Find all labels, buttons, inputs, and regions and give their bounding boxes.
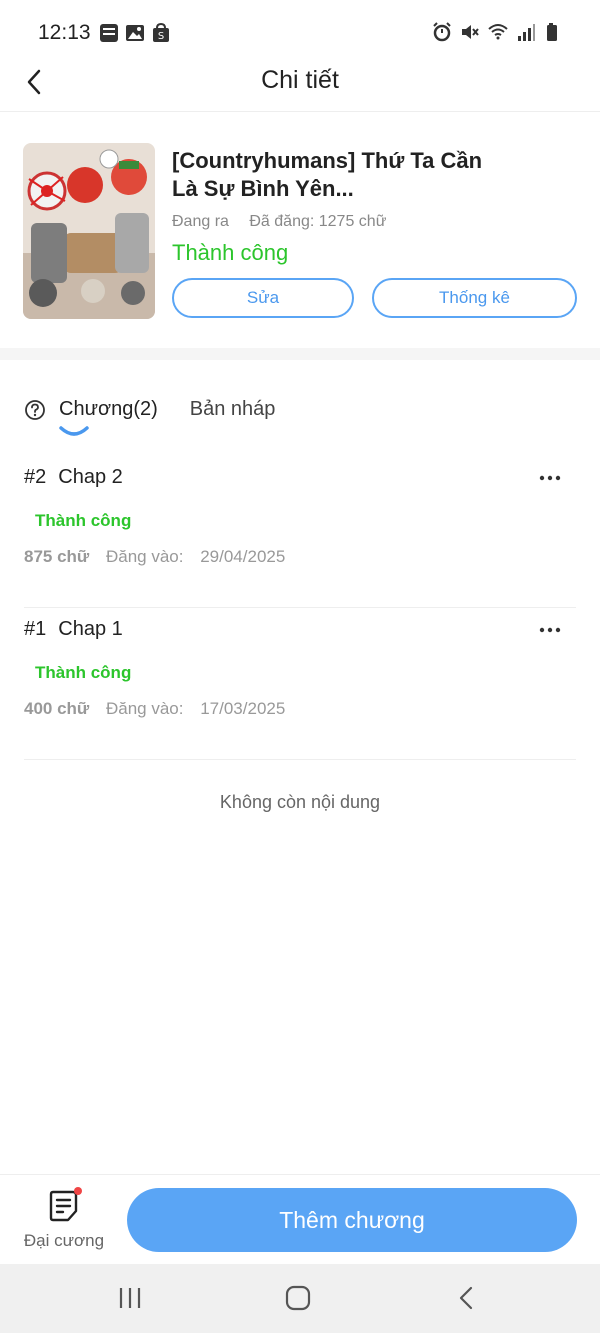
- outline-button[interactable]: Đại cương: [20, 1187, 108, 1259]
- chapter-words: 875 chữ: [24, 547, 90, 566]
- alarm-icon: [433, 22, 451, 42]
- end-of-list-text: Không còn nội dung: [219, 792, 381, 812]
- chapter-name: Chap 2: [58, 466, 123, 488]
- mute-icon: [462, 25, 479, 39]
- chapter-meta: 400 chữ Đăng vào: 17/03/2025: [24, 699, 285, 719]
- svg-text:S: S: [157, 31, 163, 42]
- story-meta: Đang ra Đã đăng: 1275 chữ: [172, 213, 402, 231]
- chapter-meta: 875 chữ Đăng vào: 29/04/2025: [24, 547, 285, 567]
- more-options-button[interactable]: [538, 618, 562, 642]
- home-icon: [285, 1285, 311, 1311]
- add-chapter-button[interactable]: Thêm chương: [127, 1188, 577, 1252]
- chapter-date-label: Đăng vào:: [105, 547, 184, 566]
- question-icon[interactable]: [24, 399, 46, 421]
- app-header: Chi tiết: [0, 52, 600, 112]
- outline-label: Đại cương: [23, 1231, 105, 1250]
- story-state: Đang ra: [172, 213, 229, 230]
- status-left-icons: S: [99, 23, 171, 43]
- chapter-date-label: Đăng vào:: [105, 699, 184, 718]
- chapter-status: Thành công: [35, 511, 132, 530]
- story-status: Thành công: [172, 240, 289, 265]
- image-icon: [125, 25, 144, 41]
- list-item[interactable]: #2 Chap 2 Thành công 875 chữ Đăng vào: 29…: [24, 456, 576, 608]
- chapter-words: 400 chữ: [24, 699, 90, 718]
- page-title: Chi tiết: [261, 66, 339, 94]
- edit-button[interactable]: Sửa: [172, 278, 354, 318]
- list-item[interactable]: #1 Chap 1 Thành công 400 chữ Đăng vào: 17…: [24, 608, 576, 760]
- story-card: [Countryhumans] Thứ Ta Cần Là Sự Bình Yê…: [0, 112, 600, 348]
- chevron-left-icon: [459, 1286, 473, 1310]
- stats-button[interactable]: Thống kê: [372, 278, 577, 318]
- chapter-tabs: Chương(2) Bản nháp: [24, 390, 307, 440]
- signal-icon: [518, 24, 535, 41]
- chapter-name: Chap 1: [58, 618, 123, 640]
- news-app-icon: [99, 24, 118, 42]
- chapter-date: 17/03/2025: [200, 699, 286, 718]
- chapter-number: #2: [24, 466, 47, 488]
- chapter-date: 29/04/2025: [200, 547, 286, 566]
- chapter-title: #1 Chap 1: [24, 618, 123, 641]
- chapter-status: Thành công: [35, 663, 132, 682]
- chapter-list: #2 Chap 2 Thành công 875 chữ Đăng vào: 29…: [0, 456, 600, 760]
- shopping-bag-icon: S: [152, 23, 169, 42]
- status-time: 12:13: [38, 21, 91, 44]
- active-tab-indicator: [59, 426, 89, 436]
- section-divider: [0, 348, 600, 360]
- story-title: [Countryhumans] Thứ Ta Cần Là Sự Bình Yê…: [172, 148, 483, 201]
- bottom-action-bar: Đại cương Thêm chương: [0, 1174, 600, 1264]
- chapter-title: #2 Chap 2: [24, 466, 123, 489]
- more-horizontal-icon: [539, 475, 561, 481]
- story-word-count: Đã đăng: 1275 chữ: [249, 213, 387, 230]
- home-button[interactable]: [280, 1282, 316, 1314]
- recent-apps-button[interactable]: [112, 1282, 148, 1314]
- notification-dot: [74, 1187, 82, 1195]
- more-horizontal-icon: [539, 627, 561, 633]
- recent-apps-icon: [119, 1288, 141, 1308]
- battery-icon: [547, 23, 557, 41]
- tab-chapters[interactable]: Chương(2): [59, 390, 158, 421]
- cover-illustration: [23, 143, 155, 319]
- more-options-button[interactable]: [538, 466, 562, 490]
- tab-drafts[interactable]: Bản nháp: [190, 390, 276, 421]
- system-back-button[interactable]: [448, 1282, 484, 1314]
- outline-icon-wrap: [48, 1187, 82, 1223]
- story-cover-image[interactable]: [23, 143, 155, 319]
- wifi-icon: [488, 24, 508, 40]
- chapter-number: #1: [24, 618, 47, 640]
- status-right-icons: [432, 22, 564, 42]
- system-nav-bar: [0, 1264, 600, 1333]
